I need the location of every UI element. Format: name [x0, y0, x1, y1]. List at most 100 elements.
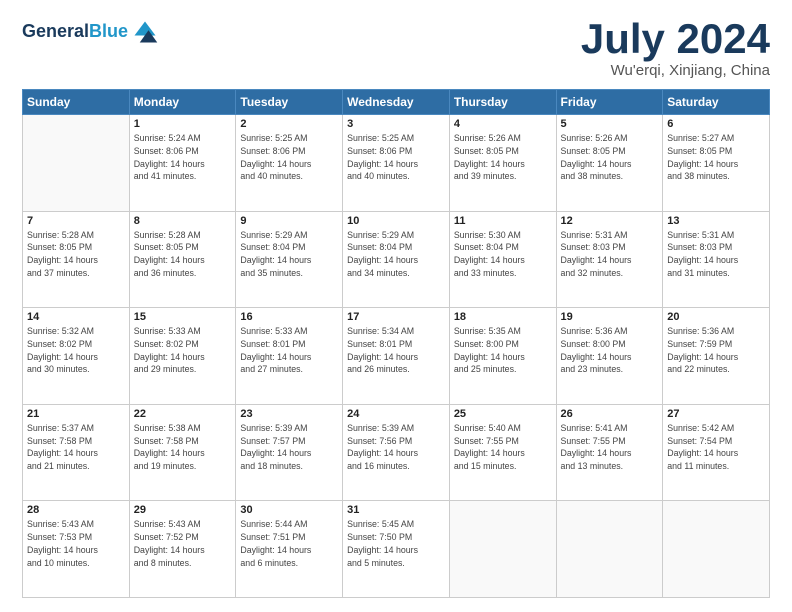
table-row: 23Sunrise: 5:39 AM Sunset: 7:57 PM Dayli… — [236, 404, 343, 501]
col-sunday: Sunday — [23, 90, 130, 115]
table-row — [449, 501, 556, 598]
table-row: 8Sunrise: 5:28 AM Sunset: 8:05 PM Daylig… — [129, 211, 236, 308]
table-row: 9 Sunrise: 5:29 AM Sunset: 8:04 PM Daylig… — [236, 211, 343, 308]
day-info: Sunrise: 5:36 AM Sunset: 8:00 PM Dayligh… — [561, 325, 659, 376]
day-info: Sunrise: 5:38 AM Sunset: 7:58 PM Dayligh… — [134, 422, 232, 473]
day-number: 15 — [134, 311, 232, 323]
day-info: Sunrise: 5:43 AM Sunset: 7:52 PM Dayligh… — [134, 518, 232, 569]
day-number: 13 — [667, 215, 765, 227]
table-row: 25 Sunrise: 5:40 AM Sunset: 7:55 PM Dayli… — [449, 404, 556, 501]
table-row: 11 Sunrise: 5:30 AM Sunset: 8:04 PM Dayli… — [449, 211, 556, 308]
day-info: Sunrise: 5:41 AM Sunset: 7:55 PM Dayligh… — [561, 422, 659, 473]
calendar-week-row: 1 Sunrise: 5:24 AM Sunset: 8:06 PM Daylig… — [23, 115, 770, 212]
table-row: 21 Sunrise: 5:37 AM Sunset: 7:58 PM Dayli… — [23, 404, 130, 501]
day-info: Sunrise: 5:43 AM Sunset: 7:53 PM Dayligh… — [27, 518, 125, 569]
day-info: Sunrise: 5:25 AM Sunset: 8:06 PM Dayligh… — [347, 132, 445, 183]
header: GeneralBlue July 2024 Wu'erqi, Xinjiang,… — [22, 18, 770, 79]
logo: GeneralBlue — [22, 18, 159, 46]
day-number: 28 — [27, 504, 125, 516]
title-area: July 2024 Wu'erqi, Xinjiang, China — [581, 18, 770, 79]
day-number: 16 — [240, 311, 338, 323]
day-info: Sunrise: 5:34 AM Sunset: 8:01 PM Dayligh… — [347, 325, 445, 376]
location: Wu'erqi, Xinjiang, China — [581, 62, 770, 79]
day-number: 3 — [347, 118, 445, 130]
table-row: 15 Sunrise: 5:33 AM Sunset: 8:02 PM Dayli… — [129, 308, 236, 405]
table-row: 30 Sunrise: 5:44 AM Sunset: 7:51 PM Dayli… — [236, 501, 343, 598]
table-row: 7Sunrise: 5:28 AM Sunset: 8:05 PM Daylig… — [23, 211, 130, 308]
day-number: 25 — [454, 408, 552, 420]
table-row: 10 Sunrise: 5:29 AM Sunset: 8:04 PM Dayli… — [343, 211, 450, 308]
day-number: 5 — [561, 118, 659, 130]
month-title: July 2024 — [581, 18, 770, 60]
day-number: 20 — [667, 311, 765, 323]
day-number: 21 — [27, 408, 125, 420]
table-row: 27Sunrise: 5:42 AM Sunset: 7:54 PM Dayli… — [663, 404, 770, 501]
calendar-week-row: 7Sunrise: 5:28 AM Sunset: 8:05 PM Daylig… — [23, 211, 770, 308]
day-number: 11 — [454, 215, 552, 227]
day-number: 30 — [240, 504, 338, 516]
col-saturday: Saturday — [663, 90, 770, 115]
calendar-table: Sunday Monday Tuesday Wednesday Thursday… — [22, 89, 770, 598]
day-info: Sunrise: 5:29 AM Sunset: 8:04 PM Dayligh… — [240, 229, 338, 280]
table-row: 20 Sunrise: 5:36 AM Sunset: 7:59 PM Dayli… — [663, 308, 770, 405]
day-number: 2 — [240, 118, 338, 130]
day-info: Sunrise: 5:40 AM Sunset: 7:55 PM Dayligh… — [454, 422, 552, 473]
table-row: 18 Sunrise: 5:35 AM Sunset: 8:00 PM Dayli… — [449, 308, 556, 405]
table-row: 4Sunrise: 5:26 AM Sunset: 8:05 PM Daylig… — [449, 115, 556, 212]
logo-icon — [131, 18, 159, 46]
day-number: 8 — [134, 215, 232, 227]
calendar-header-row: Sunday Monday Tuesday Wednesday Thursday… — [23, 90, 770, 115]
day-info: Sunrise: 5:31 AM Sunset: 8:03 PM Dayligh… — [667, 229, 765, 280]
day-number: 17 — [347, 311, 445, 323]
table-row: 17 Sunrise: 5:34 AM Sunset: 8:01 PM Dayli… — [343, 308, 450, 405]
day-number: 18 — [454, 311, 552, 323]
logo-text: GeneralBlue — [22, 22, 128, 42]
day-info: Sunrise: 5:35 AM Sunset: 8:00 PM Dayligh… — [454, 325, 552, 376]
table-row: 5 Sunrise: 5:26 AM Sunset: 8:05 PM Daylig… — [556, 115, 663, 212]
day-info: Sunrise: 5:32 AM Sunset: 8:02 PM Dayligh… — [27, 325, 125, 376]
day-number: 14 — [27, 311, 125, 323]
table-row — [663, 501, 770, 598]
day-number: 10 — [347, 215, 445, 227]
col-tuesday: Tuesday — [236, 90, 343, 115]
day-info: Sunrise: 5:25 AM Sunset: 8:06 PM Dayligh… — [240, 132, 338, 183]
day-info: Sunrise: 5:30 AM Sunset: 8:04 PM Dayligh… — [454, 229, 552, 280]
calendar-week-row: 14 Sunrise: 5:32 AM Sunset: 8:02 PM Dayli… — [23, 308, 770, 405]
day-number: 9 — [240, 215, 338, 227]
day-number: 1 — [134, 118, 232, 130]
day-info: Sunrise: 5:29 AM Sunset: 8:04 PM Dayligh… — [347, 229, 445, 280]
table-row — [23, 115, 130, 212]
day-number: 12 — [561, 215, 659, 227]
day-info: Sunrise: 5:39 AM Sunset: 7:56 PM Dayligh… — [347, 422, 445, 473]
table-row: 26 Sunrise: 5:41 AM Sunset: 7:55 PM Dayli… — [556, 404, 663, 501]
calendar-week-row: 21 Sunrise: 5:37 AM Sunset: 7:58 PM Dayli… — [23, 404, 770, 501]
table-row: 31Sunrise: 5:45 AM Sunset: 7:50 PM Dayli… — [343, 501, 450, 598]
day-info: Sunrise: 5:31 AM Sunset: 8:03 PM Dayligh… — [561, 229, 659, 280]
day-info: Sunrise: 5:28 AM Sunset: 8:05 PM Dayligh… — [27, 229, 125, 280]
col-friday: Friday — [556, 90, 663, 115]
day-number: 26 — [561, 408, 659, 420]
day-info: Sunrise: 5:24 AM Sunset: 8:06 PM Dayligh… — [134, 132, 232, 183]
table-row — [556, 501, 663, 598]
day-number: 31 — [347, 504, 445, 516]
day-number: 4 — [454, 118, 552, 130]
day-info: Sunrise: 5:39 AM Sunset: 7:57 PM Dayligh… — [240, 422, 338, 473]
day-number: 27 — [667, 408, 765, 420]
table-row: 22Sunrise: 5:38 AM Sunset: 7:58 PM Dayli… — [129, 404, 236, 501]
table-row: 16Sunrise: 5:33 AM Sunset: 8:01 PM Dayli… — [236, 308, 343, 405]
table-row: 24Sunrise: 5:39 AM Sunset: 7:56 PM Dayli… — [343, 404, 450, 501]
day-info: Sunrise: 5:36 AM Sunset: 7:59 PM Dayligh… — [667, 325, 765, 376]
table-row: 1 Sunrise: 5:24 AM Sunset: 8:06 PM Daylig… — [129, 115, 236, 212]
table-row: 12 Sunrise: 5:31 AM Sunset: 8:03 PM Dayli… — [556, 211, 663, 308]
page: GeneralBlue July 2024 Wu'erqi, Xinjiang,… — [0, 0, 792, 612]
day-info: Sunrise: 5:33 AM Sunset: 8:02 PM Dayligh… — [134, 325, 232, 376]
table-row: 29Sunrise: 5:43 AM Sunset: 7:52 PM Dayli… — [129, 501, 236, 598]
day-info: Sunrise: 5:44 AM Sunset: 7:51 PM Dayligh… — [240, 518, 338, 569]
col-thursday: Thursday — [449, 90, 556, 115]
day-info: Sunrise: 5:27 AM Sunset: 8:05 PM Dayligh… — [667, 132, 765, 183]
day-info: Sunrise: 5:37 AM Sunset: 7:58 PM Dayligh… — [27, 422, 125, 473]
day-info: Sunrise: 5:26 AM Sunset: 8:05 PM Dayligh… — [561, 132, 659, 183]
calendar-week-row: 28 Sunrise: 5:43 AM Sunset: 7:53 PM Dayli… — [23, 501, 770, 598]
table-row: 3 Sunrise: 5:25 AM Sunset: 8:06 PM Daylig… — [343, 115, 450, 212]
table-row: 19Sunrise: 5:36 AM Sunset: 8:00 PM Dayli… — [556, 308, 663, 405]
